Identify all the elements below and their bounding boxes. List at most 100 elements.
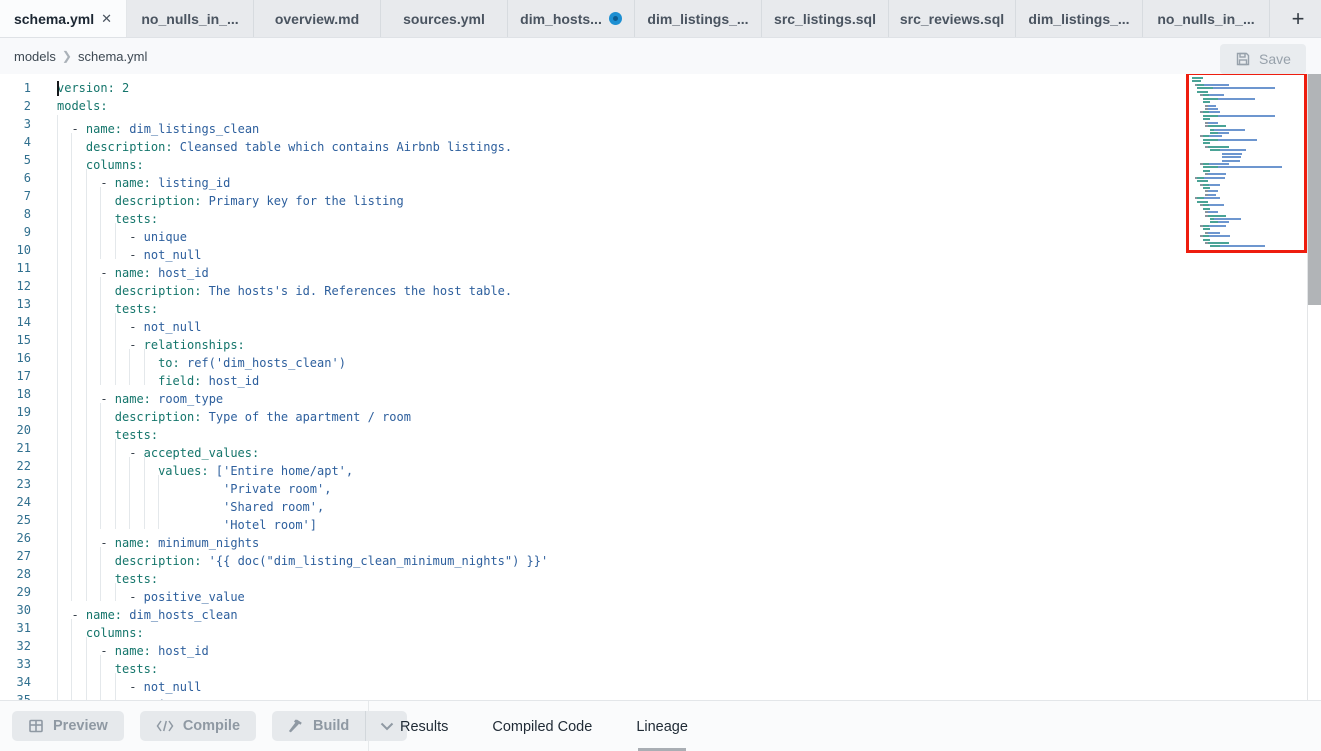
- save-button-label: Save: [1259, 51, 1291, 67]
- code-line-content: - not_null: [44, 673, 201, 691]
- editor-tab-0[interactable]: schema.yml✕: [0, 0, 127, 37]
- code-line-content: description: Primary key for the listing: [44, 187, 404, 205]
- line-number: 15: [0, 331, 44, 349]
- code-line-1: 1version: 2: [0, 79, 1185, 97]
- line-number: 5: [0, 151, 44, 169]
- code-line-content: - not_null: [44, 313, 201, 331]
- line-number: 9: [0, 223, 44, 241]
- code-line-25: 25 'Hotel room']: [0, 511, 1185, 529]
- editor-tab-4[interactable]: dim_hosts...: [508, 0, 635, 37]
- path-bar: models ❯ schema.yml Save: [0, 38, 1321, 74]
- editor-tab-3[interactable]: sources.yml: [381, 0, 508, 37]
- code-line-content: - not_null: [44, 241, 201, 259]
- vertical-scrollbar[interactable]: [1307, 74, 1321, 700]
- compile-button[interactable]: Compile: [140, 711, 256, 741]
- editor-tab-label: overview.md: [275, 11, 359, 27]
- line-number: 30: [0, 601, 44, 619]
- hammer-icon: [288, 718, 304, 734]
- code-line-19: 19description: Type of the apartment / r…: [0, 403, 1185, 421]
- code-editor[interactable]: 1version: 22models:3- name: dim_listings…: [0, 74, 1321, 700]
- code-line-30: 30- name: dim_hosts_clean: [0, 601, 1185, 619]
- editor-tab-7[interactable]: src_reviews.sql: [889, 0, 1016, 37]
- line-number: 4: [0, 133, 44, 151]
- new-tab-button[interactable]: +: [1275, 0, 1321, 37]
- breadcrumb: models ❯ schema.yml: [14, 38, 147, 74]
- editor-tab-label: no_nulls_in_...: [1157, 11, 1254, 27]
- code-line-26: 26- name: minimum_nights: [0, 529, 1185, 547]
- editor-tab-1[interactable]: no_nulls_in_...: [127, 0, 254, 37]
- line-number: 31: [0, 619, 44, 637]
- line-number: 8: [0, 205, 44, 223]
- editor-tab-label: dim_hosts...: [520, 11, 602, 27]
- line-number: 2: [0, 97, 44, 115]
- code-line-content: 'Hotel room']: [44, 511, 317, 529]
- preview-button-label: Preview: [53, 718, 108, 734]
- editor-tab-strip: schema.yml✕no_nulls_in_...overview.mdsou…: [0, 0, 1321, 38]
- compile-button-label: Compile: [183, 718, 240, 734]
- code-line-content: - name: dim_hosts_clean: [44, 601, 238, 619]
- code-line-content: 'Shared room',: [44, 493, 324, 511]
- line-number: 7: [0, 187, 44, 205]
- code-line-content: description: Type of the apartment / roo…: [44, 403, 411, 421]
- line-number: 14: [0, 313, 44, 331]
- code-line-content: description: '{{ doc("dim_listing_clean_…: [44, 547, 548, 565]
- tab-results[interactable]: Results: [400, 701, 448, 751]
- tab-compiled-code-label: Compiled Code: [492, 719, 592, 735]
- line-number: 16: [0, 349, 44, 367]
- line-number: 13: [0, 295, 44, 313]
- code-line-content: - accepted_values:: [44, 439, 259, 457]
- code-line-4: 4description: Cleansed table which conta…: [0, 133, 1185, 151]
- line-number: 28: [0, 565, 44, 583]
- build-button[interactable]: Build: [272, 711, 365, 741]
- code-line-content: - unique: [44, 691, 187, 700]
- editor-tab-label: src_listings.sql: [774, 11, 876, 27]
- line-number: 25: [0, 511, 44, 529]
- text-cursor: [57, 81, 59, 96]
- minimap-highlight-box: [1186, 74, 1307, 253]
- code-line-2: 2models:: [0, 97, 1185, 115]
- line-number: 17: [0, 367, 44, 385]
- line-number: 27: [0, 547, 44, 565]
- line-number: 1: [0, 79, 44, 97]
- editor-tab-8[interactable]: dim_listings_...: [1016, 0, 1143, 37]
- line-number: 20: [0, 421, 44, 439]
- code-line-content: tests:: [44, 295, 158, 313]
- code-line-23: 23 'Private room',: [0, 475, 1185, 493]
- code-line-21: 21- accepted_values:: [0, 439, 1185, 457]
- code-line-content: tests:: [44, 205, 158, 223]
- line-number: 22: [0, 457, 44, 475]
- panel-divider: [368, 701, 369, 751]
- editor-tab-9[interactable]: no_nulls_in_...: [1143, 0, 1270, 37]
- tab-lineage[interactable]: Lineage: [636, 701, 688, 751]
- code-line-content: - relationships:: [44, 331, 245, 349]
- breadcrumb-item-models[interactable]: models: [14, 49, 56, 64]
- tab-compiled-code[interactable]: Compiled Code: [492, 701, 592, 751]
- line-number: 11: [0, 259, 44, 277]
- preview-button[interactable]: Preview: [12, 711, 124, 741]
- chevron-down-icon: [380, 719, 394, 734]
- code-line-content: tests:: [44, 565, 158, 583]
- code-line-content: description: Cleansed table which contai…: [44, 133, 512, 151]
- code-line-12: 12description: The hosts's id. Reference…: [0, 277, 1185, 295]
- editor-tab-2[interactable]: overview.md: [254, 0, 381, 37]
- save-button[interactable]: Save: [1220, 44, 1306, 74]
- code-line-32: 32- name: host_id: [0, 637, 1185, 655]
- code-line-27: 27description: '{{ doc("dim_listing_clea…: [0, 547, 1185, 565]
- code-line-16: 16to: ref('dim_hosts_clean'): [0, 349, 1185, 367]
- line-number: 6: [0, 169, 44, 187]
- code-line-content: tests:: [44, 421, 158, 439]
- scrollbar-thumb[interactable]: [1308, 74, 1321, 305]
- line-number: 21: [0, 439, 44, 457]
- tab-lineage-label: Lineage: [636, 719, 688, 735]
- code-line-24: 24 'Shared room',: [0, 493, 1185, 511]
- table-grid-icon: [28, 718, 44, 734]
- code-line-content: to: ref('dim_hosts_clean'): [44, 349, 346, 367]
- editor-tab-6[interactable]: src_listings.sql: [762, 0, 889, 37]
- code-line-35: 35- unique: [0, 691, 1185, 700]
- code-line-10: 10- not_null: [0, 241, 1185, 259]
- line-number: 29: [0, 583, 44, 601]
- line-number: 18: [0, 385, 44, 403]
- editor-tab-5[interactable]: dim_listings_...: [635, 0, 762, 37]
- close-tab-icon[interactable]: ✕: [101, 11, 112, 27]
- bottom-action-bar: Preview Compile Build: [0, 700, 1321, 751]
